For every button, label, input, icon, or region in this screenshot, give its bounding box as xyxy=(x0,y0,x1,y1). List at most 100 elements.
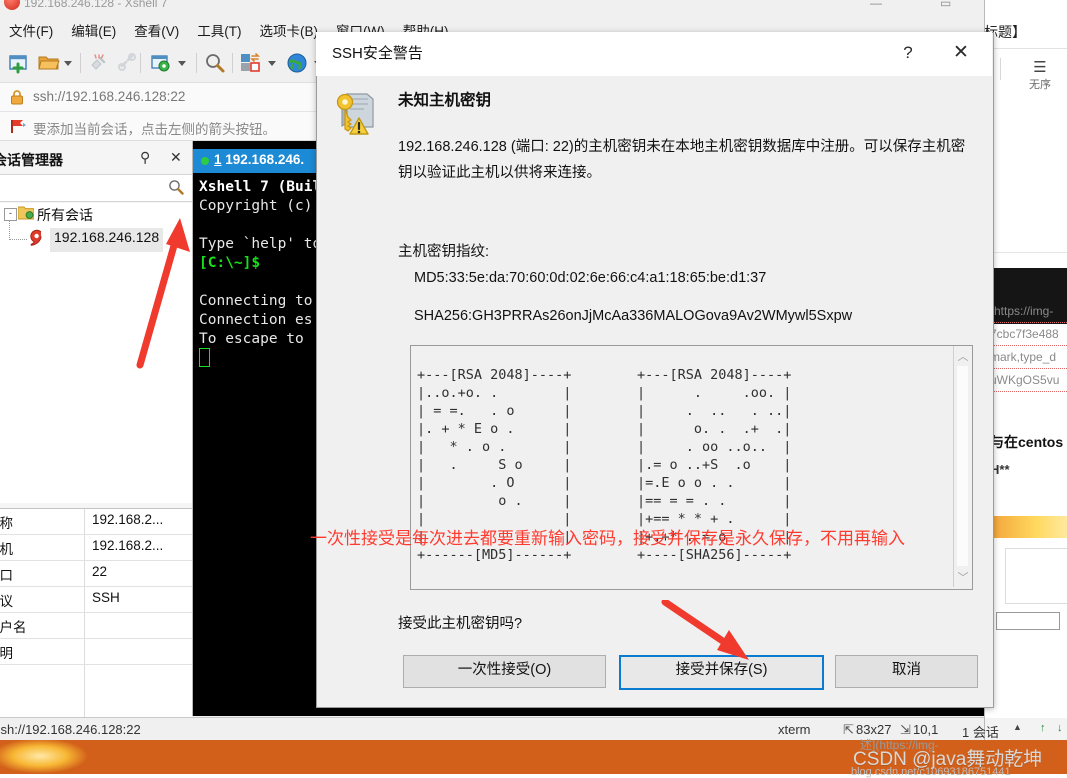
session-properties-grid: 名称 192.168.2... 主机 192.168.2... 端口 22 协议… xyxy=(0,508,192,747)
property-value: 192.168.2... xyxy=(92,538,164,553)
property-key: 端口 xyxy=(0,568,13,583)
table-row: 端口 22 xyxy=(0,561,192,587)
open-session-icon[interactable] xyxy=(38,52,60,74)
column-divider xyxy=(84,639,85,664)
background-highlight-bar xyxy=(990,516,1067,538)
tree-connector-line xyxy=(9,220,11,240)
dialog-paragraph: 192.168.246.128 (端口: 22)的主机密钥未在本地主机密钥数据库… xyxy=(398,139,966,181)
background-image-card xyxy=(1005,548,1067,604)
fingerprint-label: 主机密钥指纹: xyxy=(398,244,490,260)
annotation-arrow-save-button xyxy=(661,600,749,660)
toolbar-separator-2 xyxy=(140,53,141,73)
upload-icon: ↑ xyxy=(1040,722,1046,734)
property-value: 192.168.2... xyxy=(92,512,164,527)
open-session-dropdown-icon[interactable] xyxy=(64,61,72,66)
help-icon[interactable]: ? xyxy=(895,40,921,66)
table-row: 名称 192.168.2... xyxy=(0,509,192,535)
scroll-up-icon[interactable]: ︿ xyxy=(954,348,972,364)
status-session-count[interactable]: 1 会话 xyxy=(962,722,999,741)
terminal-size-icon: ⇱ xyxy=(843,722,854,737)
close-icon[interactable]: ✕ xyxy=(170,149,182,166)
terminal-line-0: Xshell 7 (Buil xyxy=(199,179,322,195)
background-link-2[interactable]: mark,type_d xyxy=(990,346,1067,369)
dialog-title: SSH安全警告 xyxy=(332,45,423,62)
property-value: 22 xyxy=(92,564,108,579)
scroll-down-icon[interactable]: ﹀ xyxy=(954,569,972,585)
toolbar-separator-3 xyxy=(196,53,197,73)
menu-item-file[interactable]: 文件(F) xyxy=(0,16,62,44)
background-doc-tool-label: 无序 xyxy=(1029,79,1051,91)
background-doc-title: 标题】 xyxy=(984,24,1026,40)
property-key: 说明 xyxy=(0,646,13,661)
background-unordered-list-tool[interactable]: ☰ 无序 xyxy=(1010,60,1067,94)
table-row: 用户名 xyxy=(0,613,192,639)
dialog-heading: 未知主机密钥 xyxy=(398,92,492,109)
maximize-button[interactable]: ▭ xyxy=(940,0,951,10)
menu-item-edit[interactable]: 编辑(E) xyxy=(62,16,125,44)
status-url: ssh://192.168.246.128:22 xyxy=(0,722,141,737)
table-row: 协议 SSH xyxy=(0,587,192,613)
background-doc-divider xyxy=(984,48,1067,49)
hint-text: 要添加当前会话，点击左侧的箭头按钮。 xyxy=(33,122,276,137)
list-icon: ☰ xyxy=(1033,59,1047,76)
property-value: SSH xyxy=(92,590,120,605)
background-doc-separator xyxy=(1000,58,1001,80)
pin-icon[interactable]: ⚲ xyxy=(140,149,150,166)
session-properties-dropdown-icon[interactable] xyxy=(178,61,186,66)
reconnect-icon xyxy=(116,52,138,74)
status-cursor-position: 10,1 xyxy=(913,722,939,737)
property-key: 协议 xyxy=(0,594,13,609)
terminal-line-1: Copyright (c) xyxy=(199,198,313,214)
column-divider xyxy=(84,509,85,534)
background-link-0[interactable]: (https://img- xyxy=(990,300,1067,323)
scrollbar-thumb[interactable] xyxy=(957,366,968,566)
globe-icon[interactable] xyxy=(286,52,308,74)
flag-icon xyxy=(10,119,26,134)
xshell-window-title: 192.168.246.128 - Xshell 7 xyxy=(24,0,168,10)
status-expand-icon[interactable]: ▲ xyxy=(1013,722,1022,732)
terminal-line-7: Connection es xyxy=(199,312,313,328)
search-icon[interactable] xyxy=(204,52,226,74)
menu-item-view[interactable]: 查看(V) xyxy=(125,16,188,44)
status-bar: ssh://192.168.246.128:22 xterm ⇱ 83x27 ⇲… xyxy=(0,717,1063,741)
column-divider xyxy=(84,561,85,586)
session-manager-title: 会话管理器 xyxy=(0,152,63,168)
property-key: 用户名 xyxy=(0,620,27,635)
new-session-icon[interactable] xyxy=(8,52,30,74)
lock-icon xyxy=(10,89,24,105)
accept-once-button[interactable]: 一次性接受(O) xyxy=(403,655,606,688)
background-text-input[interactable] xyxy=(996,612,1060,630)
fingerprint-sha256: SHA256:GH3PRRAs26onJjMcAa336MALOGova9Av2… xyxy=(414,308,853,324)
dialog-question: 接受此主机密钥吗? xyxy=(398,616,523,632)
property-key: 名称 xyxy=(0,516,13,531)
status-terminal-size: 83x27 xyxy=(856,722,892,737)
file-transfer-icon[interactable] xyxy=(240,52,262,74)
key-warning-icon xyxy=(333,88,375,138)
property-key: 主机 xyxy=(0,542,13,557)
background-article-heading: 与在centos xyxy=(990,432,1067,452)
toolbar-separator-4 xyxy=(232,53,233,73)
background-link-3[interactable]: uWKgOS5vu xyxy=(990,369,1067,392)
tab-index: 1 xyxy=(214,152,222,167)
menu-item-tools[interactable]: 工具(T) xyxy=(188,16,250,44)
background-link-1[interactable]: 7cbc7f3e488 xyxy=(990,323,1067,346)
terminal-line-3: Type `help' to xyxy=(199,236,322,252)
terminal-tab-label: 1 192.168.246. xyxy=(214,152,304,167)
randomart-scrollbar[interactable]: ︿ ﹀ xyxy=(953,346,972,587)
fingerprint-md5: MD5:33:5e:da:70:60:0d:02:6e:66:c4:a1:18:… xyxy=(414,270,767,286)
cancel-button[interactable]: 取消 xyxy=(835,655,978,688)
session-properties-icon[interactable] xyxy=(150,52,172,74)
randomart-box[interactable]: +---[RSA 2048]----+ |..o.+o. . | | = =. … xyxy=(410,345,973,590)
tab-status-dot-icon xyxy=(201,157,209,165)
toolbar-separator xyxy=(80,53,81,73)
close-icon[interactable]: ✕ xyxy=(948,40,974,66)
file-transfer-dropdown-icon[interactable] xyxy=(268,61,276,66)
address-text[interactable]: ssh://192.168.246.128:22 xyxy=(33,89,185,104)
column-divider xyxy=(84,613,85,638)
disconnect-icon xyxy=(88,52,110,74)
column-divider xyxy=(84,535,85,560)
watermark-url: blog.csdn.net/c10693186751441 xyxy=(851,766,1011,778)
minimize-button[interactable]: — xyxy=(870,0,882,10)
column-divider xyxy=(84,587,85,612)
background-link-list: (https://img- 7cbc7f3e488 mark,type_d uW… xyxy=(990,300,1067,420)
